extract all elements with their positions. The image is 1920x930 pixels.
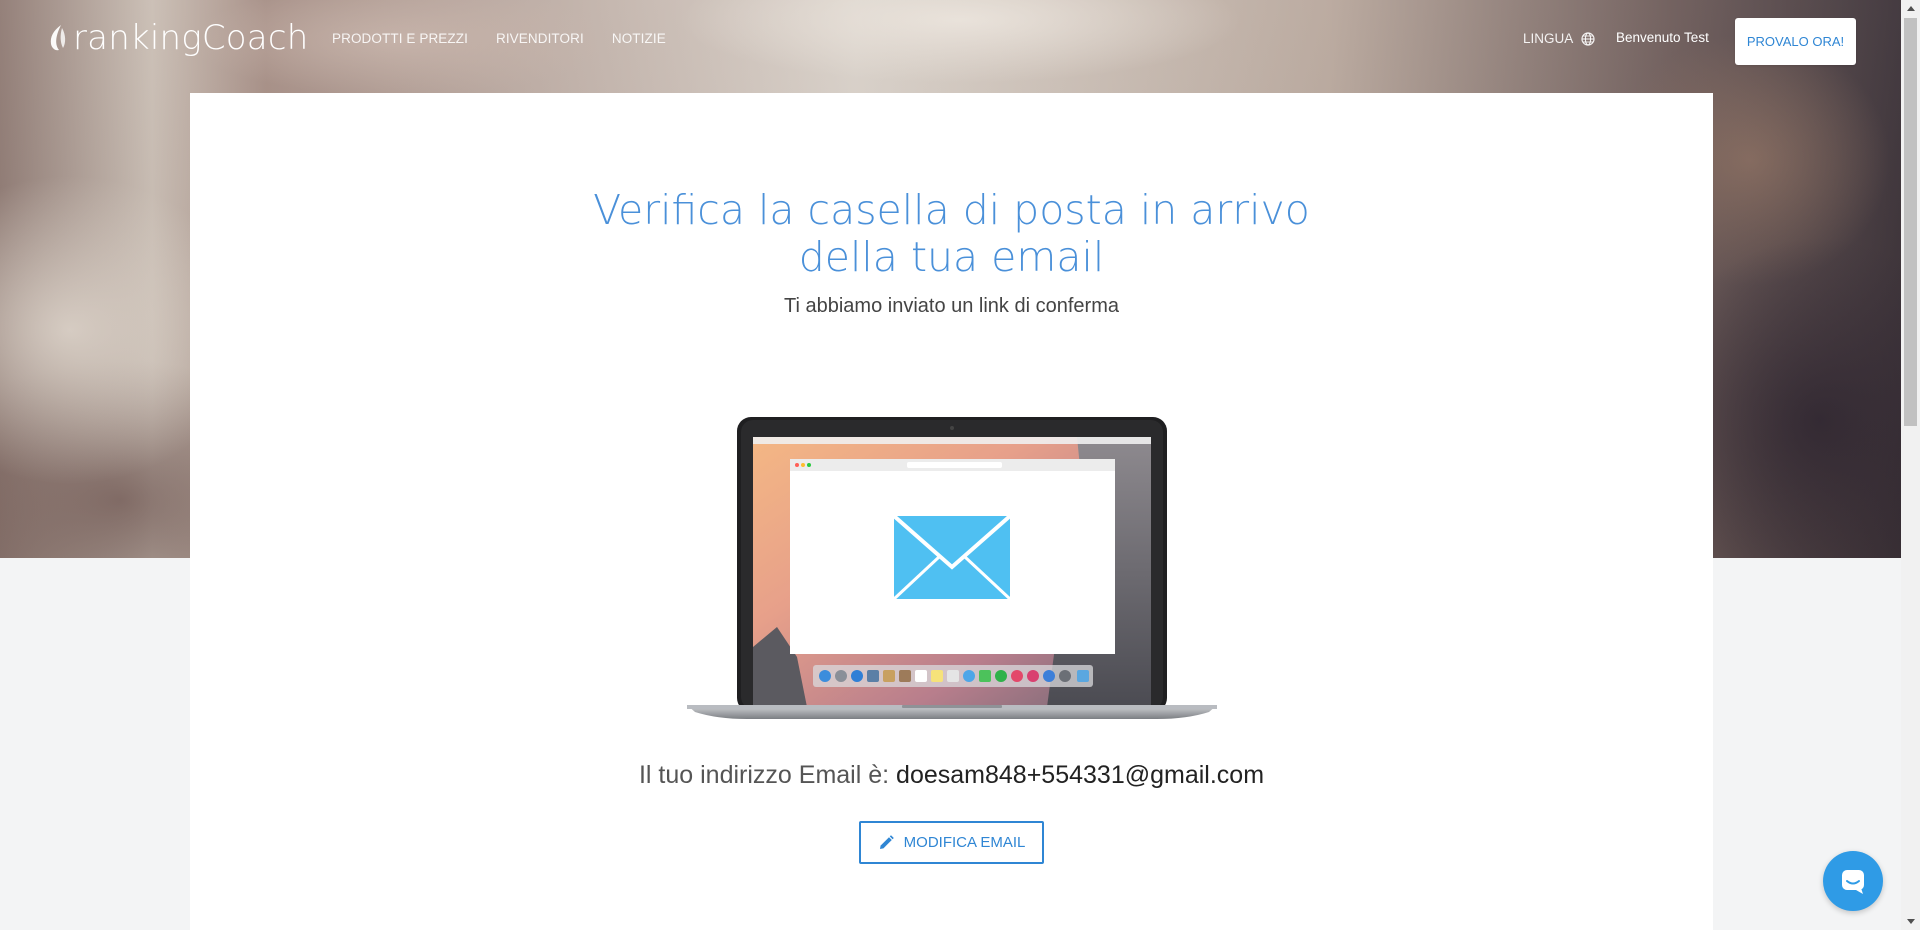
chat-launcher-button[interactable] (1823, 851, 1883, 911)
page-subtitle: Ti abbiamo inviato un link di conferma (784, 295, 1119, 317)
page-title-line-1: Verifica la casella di posta in arrivo (593, 186, 1310, 234)
scroll-up-arrow-icon[interactable] (1901, 0, 1920, 17)
page-title: Verifica la casella di posta in arrivo d… (190, 187, 1713, 281)
logo-text: rankingCoach (73, 18, 309, 58)
pencil-icon (879, 834, 894, 849)
globe-icon (1581, 31, 1595, 46)
email-prefix: Il tuo indirizzo Email è: (638, 761, 890, 789)
nav-item-prodotti[interactable]: PRODOTTI E PREZZI (332, 31, 468, 46)
logo-leaf-icon (50, 25, 66, 51)
scrollbar-thumb[interactable] (1904, 18, 1917, 426)
envelope-icon (892, 514, 1012, 601)
logo[interactable]: rankingCoach (47, 18, 308, 58)
verification-card: Verifica la casella di posta in arrivo d… (190, 93, 1713, 930)
email-address: doesam848+554331@gmail.com (896, 761, 1265, 789)
nav-item-notizie[interactable]: NOTIZIE (612, 31, 666, 46)
nav-item-rivenditori[interactable]: RIVENDITORI (496, 31, 584, 46)
page-title-line-2: della tua email (798, 233, 1105, 281)
edit-email-button[interactable]: MODIFICA EMAIL (859, 821, 1044, 864)
chat-icon (1842, 870, 1864, 894)
language-selector[interactable]: LINGUA (1523, 31, 1595, 46)
vertical-scrollbar[interactable] (1901, 0, 1920, 930)
laptop-illustration (687, 417, 1217, 719)
email-info: Il tuo indirizzo Email è: doesam848+5543… (190, 761, 1713, 790)
edit-email-label: MODIFICA EMAIL (903, 834, 1026, 851)
scroll-down-arrow-icon[interactable] (1901, 913, 1920, 930)
main-nav: PRODOTTI E PREZZI RIVENDITORI NOTIZIE (332, 31, 694, 46)
language-label: LINGUA (1523, 31, 1574, 46)
top-header: rankingCoach PRODOTTI E PREZZI RIVENDITO… (0, 0, 1901, 80)
welcome-user[interactable]: Benvenuto Test (1616, 30, 1709, 45)
try-now-button[interactable]: PROVALO ORA! (1735, 18, 1856, 65)
